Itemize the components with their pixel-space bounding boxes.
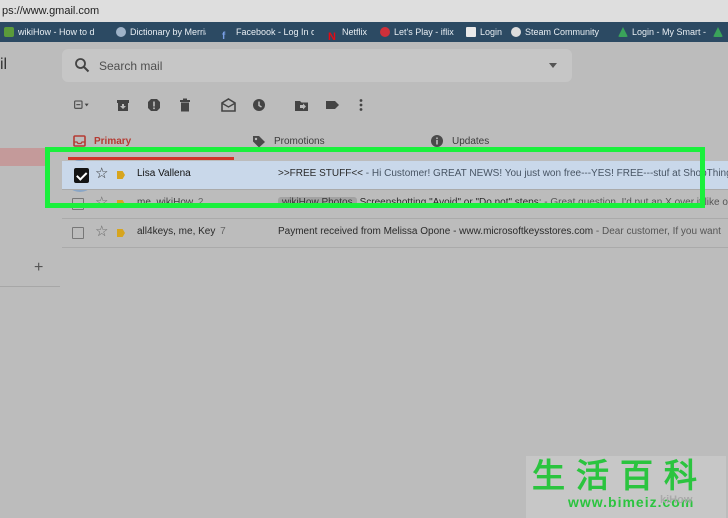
bookmark-dictionary[interactable]: Dictionary by Merria — [116, 22, 206, 42]
email-snippet: - Hi Customer! GREAT NEWS! You just won … — [363, 168, 728, 179]
mark-read-icon — [220, 98, 236, 112]
star-icon[interactable]: ☆ — [95, 166, 108, 182]
move-to-button[interactable] — [293, 97, 309, 113]
row-checkbox[interactable] — [74, 168, 89, 183]
star-icon[interactable]: ☆ — [95, 224, 108, 240]
select-all-dropdown[interactable] — [74, 97, 90, 113]
email-subject: Payment received from Melissa Opone - ww… — [278, 226, 594, 237]
move-to-icon — [294, 100, 308, 111]
row-checkbox[interactable] — [72, 198, 84, 210]
more-actions-button[interactable] — [353, 97, 369, 113]
more-icon — [359, 99, 363, 111]
important-marker-icon[interactable] — [117, 200, 125, 208]
row-divider — [62, 247, 728, 248]
archive-button[interactable] — [115, 97, 131, 113]
bookmark-netflix[interactable]: N Netflix — [328, 22, 367, 42]
category-tabs: Primary Promotions Updates — [62, 128, 728, 154]
tab-primary[interactable]: Primary — [73, 128, 131, 154]
tab-label: Promotions — [274, 135, 325, 147]
bookmark-facebook[interactable]: f Facebook - Log In or — [222, 22, 314, 42]
bookmark-steam[interactable]: Steam Community :: — [511, 22, 599, 42]
tab-updates[interactable]: Updates — [430, 128, 489, 154]
email-subject: >>FREE STUFF<< — [278, 168, 364, 179]
label-icon — [325, 101, 339, 109]
mark-as-read-button[interactable] — [220, 97, 236, 113]
inbox-icon — [73, 135, 86, 147]
row-checkbox[interactable] — [72, 227, 84, 239]
steam-icon — [511, 27, 521, 37]
email-sender: all4keys, me, Key 7 — [137, 226, 226, 237]
report-spam-icon — [148, 99, 160, 111]
iflix-icon — [380, 27, 390, 37]
search-bar[interactable] — [62, 49, 572, 82]
select-checkbox-icon — [74, 100, 89, 109]
watermark: 生活百科 www.bimeiz.com — [526, 456, 726, 518]
email-row[interactable]: ☆ Lisa Vallena >>FREE STUFF<< - Hi Custo… — [62, 161, 728, 189]
bookmarks-bar: wikiHow - How to d Dictionary by Merria … — [0, 22, 728, 42]
email-sender: me, wikiHow 2 — [137, 197, 204, 208]
email-row[interactable]: ☆ me, wikiHow 2 wikiHow Photos Screenshot… — [62, 190, 728, 218]
add-label-icon[interactable]: + — [34, 259, 43, 277]
nav-divider — [0, 286, 60, 287]
label-chip[interactable]: wikiHow Photos — [278, 197, 357, 208]
bookmark-overflow-icon — [713, 27, 723, 37]
url-text: ps://www.gmail.com — [2, 5, 100, 17]
wikihow-icon — [4, 27, 14, 37]
facebook-icon: f — [222, 31, 226, 42]
search-input[interactable] — [96, 57, 539, 74]
email-row[interactable]: ☆ all4keys, me, Key 7 Payment received f… — [62, 219, 728, 247]
tab-promotions[interactable]: Promotions — [252, 128, 325, 154]
address-bar[interactable]: ps://www.gmail.com — [0, 0, 728, 23]
snooze-icon — [253, 99, 265, 111]
watermark-ghost-text: kiHow — [660, 494, 693, 506]
star-icon[interactable]: ☆ — [95, 195, 108, 211]
email-subject: Screenshotting "Avoid" or "Do not" steps… — [359, 197, 542, 208]
tab-label: Primary — [94, 135, 132, 147]
email-snippet: - Great question. I'd put an X over it l… — [541, 197, 728, 208]
bookmark-wikihow[interactable]: wikiHow - How to d — [4, 22, 106, 42]
email-subject-line: >>FREE STUFF<< - Hi Customer! GREAT NEWS… — [278, 168, 728, 179]
important-marker-icon[interactable] — [117, 229, 125, 237]
primary-tab-indicator — [68, 157, 234, 160]
snooze-button[interactable] — [251, 97, 267, 113]
bookmark-login[interactable]: Login — [466, 22, 502, 42]
smart-icon — [618, 27, 628, 37]
email-subject-line: wikiHow Photos Screenshotting "Avoid" or … — [278, 197, 728, 208]
email-sender: Lisa Vallena — [137, 168, 191, 179]
delete-icon — [180, 98, 190, 112]
watermark-characters: 生活百科 — [532, 456, 708, 495]
delete-button[interactable] — [177, 97, 193, 113]
tag-icon — [253, 135, 265, 147]
page-icon — [466, 27, 476, 37]
label-button[interactable] — [324, 97, 340, 113]
info-icon — [431, 135, 443, 147]
netflix-icon: N — [328, 31, 336, 42]
bookmark-more[interactable] — [713, 22, 723, 42]
search-options-chevron-icon[interactable] — [549, 63, 557, 68]
tab-label: Updates — [452, 135, 490, 147]
bookmark-iflix[interactable]: Let's Play - iflix — [380, 22, 454, 42]
archive-icon — [117, 100, 129, 111]
email-subject-line: Payment received from Melissa Opone - ww… — [278, 226, 728, 237]
dictionary-icon — [116, 27, 126, 37]
bookmark-smart[interactable]: Login - My Smart - — [618, 22, 712, 42]
search-icon[interactable] — [74, 57, 90, 73]
report-spam-button[interactable] — [146, 97, 162, 113]
important-marker-icon[interactable] — [117, 171, 125, 179]
inbox-nav-selected[interactable] — [0, 148, 46, 166]
email-snippet: - Dear customer, If you want — [593, 226, 721, 237]
gmail-logo-text: il — [0, 56, 8, 73]
